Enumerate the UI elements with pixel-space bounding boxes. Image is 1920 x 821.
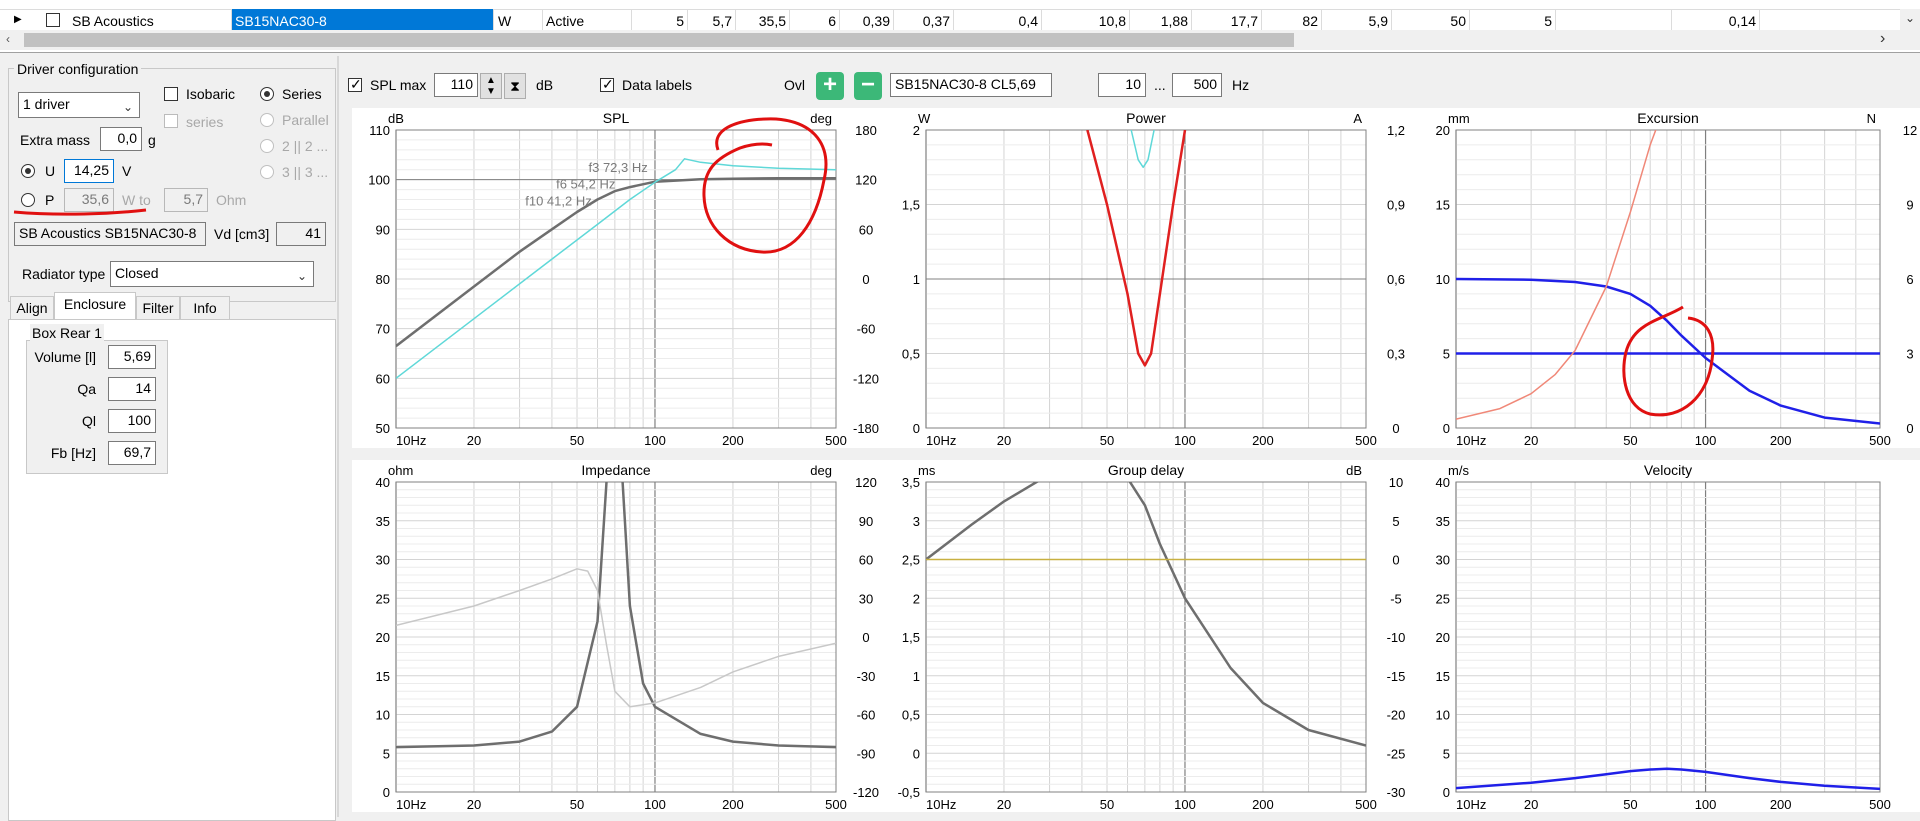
annotation-overlay bbox=[13, 117, 1715, 417]
annotation-circle-excursion bbox=[1622, 305, 1715, 417]
annotation-underline bbox=[13, 208, 147, 216]
annotation-circle-spl bbox=[702, 117, 828, 254]
